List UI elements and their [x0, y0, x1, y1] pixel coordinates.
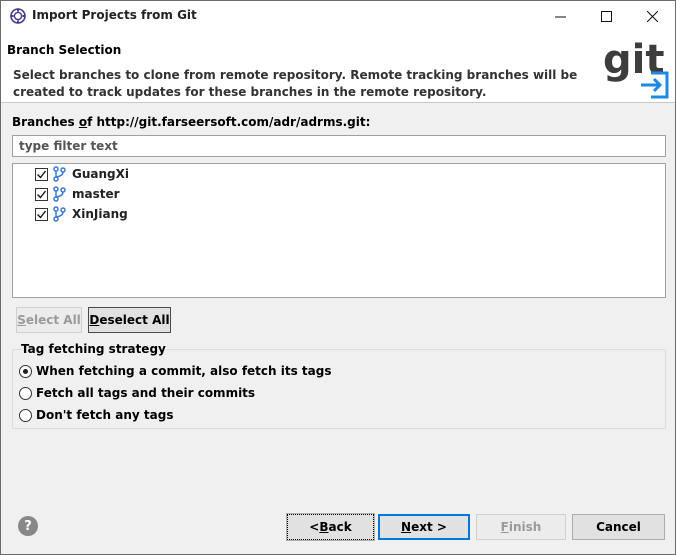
window-title: Import Projects from Git	[32, 8, 197, 22]
radio-no-tags[interactable]: Don't fetch any tags	[19, 406, 173, 424]
filter-input[interactable]	[12, 135, 666, 157]
git-branch-icon	[53, 166, 66, 182]
branch-item-guangxi[interactable]: GuangXi	[35, 164, 129, 184]
branch-list: GuangXi master XinJiang	[12, 163, 666, 298]
git-logo: git	[601, 37, 671, 101]
git-import-icon: git	[603, 37, 669, 99]
eclipse-app-icon	[10, 8, 26, 24]
checkmark-icon	[37, 210, 47, 219]
help-icon[interactable]: ?	[18, 516, 38, 536]
back-button[interactable]: < Back	[286, 513, 375, 541]
git-branch-icon	[53, 186, 66, 202]
git-logo-text: git	[603, 37, 664, 83]
branch-name: master	[72, 187, 120, 201]
branch-item-master[interactable]: master	[35, 184, 120, 204]
next-button[interactable]: Next >	[378, 514, 470, 540]
branch-checkbox[interactable]	[35, 187, 48, 201]
radio-button[interactable]	[19, 386, 32, 400]
close-button[interactable]	[629, 1, 675, 31]
radio-button[interactable]	[19, 408, 32, 422]
page-description: Select branches to clone from remote rep…	[13, 68, 578, 99]
finish-button[interactable]: Finish	[476, 514, 566, 540]
branch-item-xinjiang[interactable]: XinJiang	[35, 204, 128, 224]
radio-fetch-all-tags[interactable]: Fetch all tags and their commits	[19, 384, 255, 402]
git-branch-icon	[53, 206, 66, 222]
branch-checkbox[interactable]	[35, 207, 48, 221]
close-icon	[646, 10, 658, 22]
checkmark-icon	[37, 190, 47, 199]
maximize-button[interactable]	[583, 1, 629, 31]
cancel-button[interactable]: Cancel	[572, 514, 665, 540]
branch-name: GuangXi	[72, 167, 129, 181]
page-title: Branch Selection	[7, 43, 122, 57]
radio-fetch-commit-tags[interactable]: When fetching a commit, also fetch its t…	[19, 362, 331, 380]
deselect-all-button[interactable]: Deselect All	[88, 307, 171, 333]
branches-label: Branches of http://git.farseersoft.com/a…	[12, 115, 371, 129]
tag-strategy-title: Tag fetching strategy	[21, 342, 166, 356]
checkmark-icon	[37, 170, 47, 179]
branch-checkbox[interactable]	[35, 167, 48, 181]
branch-name: XinJiang	[72, 207, 128, 221]
minimize-icon	[554, 16, 566, 17]
minimize-button[interactable]	[537, 1, 583, 31]
dialog-window: Import Projects from Git Branch Selectio…	[0, 0, 676, 555]
select-all-button[interactable]: Select All	[16, 307, 82, 333]
wizard-banner: Branch Selection Select branches to clon…	[1, 31, 675, 103]
radio-button[interactable]	[19, 364, 32, 378]
maximize-icon	[600, 10, 612, 22]
title-bar: Import Projects from Git	[1, 1, 675, 31]
